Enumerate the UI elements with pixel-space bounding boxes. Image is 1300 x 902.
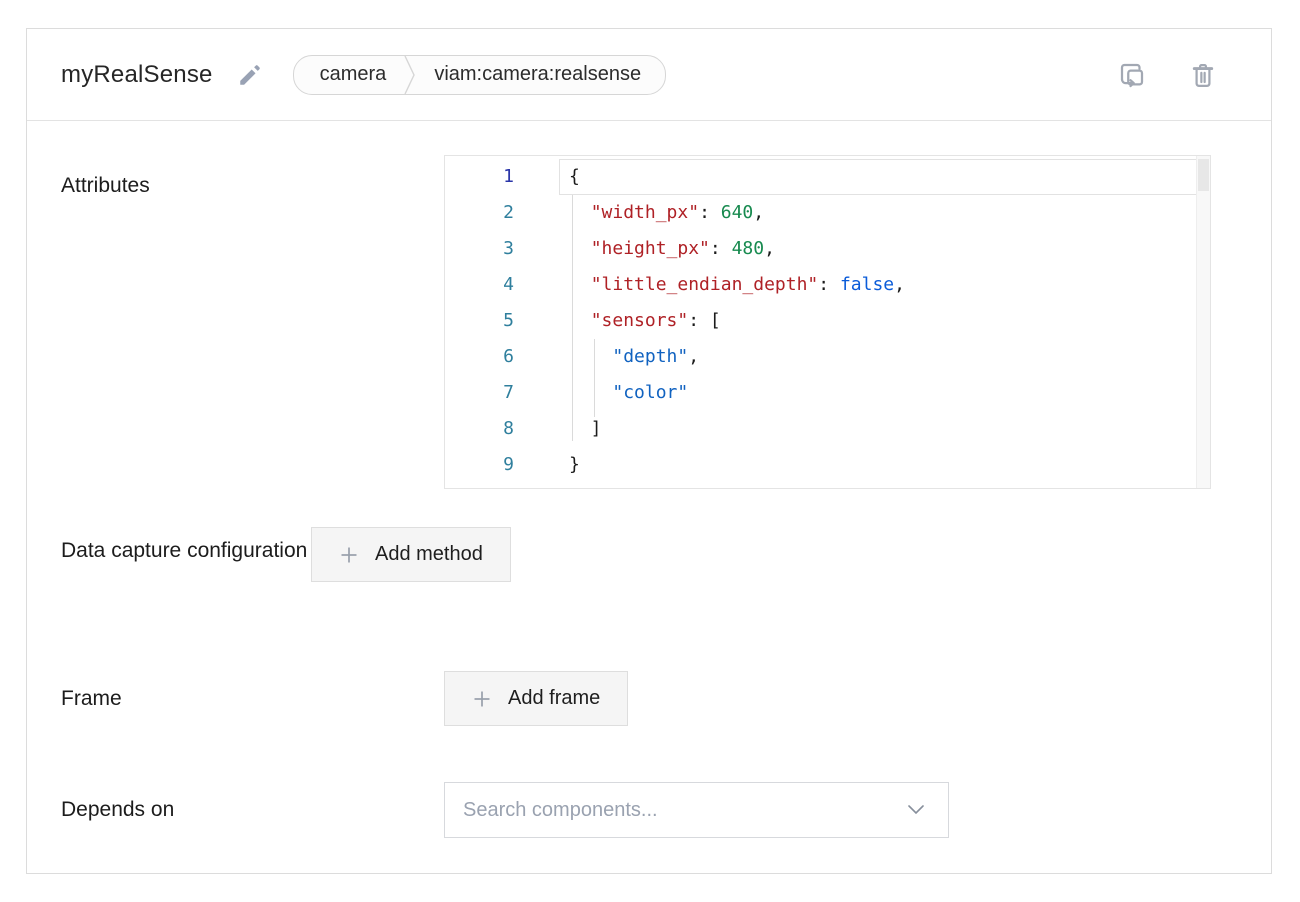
- code-content: "sensors": [: [559, 303, 1210, 339]
- component-card: myRealSense camera viam:camera:realsense: [26, 28, 1272, 874]
- code-content: {: [559, 159, 1210, 195]
- code-content: "color": [559, 375, 1210, 411]
- frame-row: Frame Add frame: [61, 671, 1237, 726]
- delete-button[interactable]: [1189, 61, 1217, 89]
- code-line: 8 ]: [445, 411, 1210, 447]
- component-card-body: Attributes 1{2 "width_px": 640,3 "height…: [27, 121, 1271, 838]
- code-line: 2 "width_px": 640,: [445, 195, 1210, 231]
- trash-icon: [1189, 61, 1217, 89]
- attributes-label: Attributes: [61, 155, 444, 201]
- chevron-down-icon: [908, 805, 924, 815]
- line-number: 9: [445, 447, 559, 483]
- code-line: 3 "height_px": 480,: [445, 231, 1210, 267]
- data-capture-label: Data capture configuration: [61, 527, 311, 571]
- code-line: 7 "color": [445, 375, 1210, 411]
- code-content: "width_px": 640,: [559, 195, 1210, 231]
- component-name: myRealSense: [61, 61, 213, 89]
- component-type: camera: [296, 63, 405, 86]
- component-card-header: myRealSense camera viam:camera:realsense: [27, 29, 1271, 121]
- pencil-icon: [237, 62, 263, 88]
- frame-label: Frame: [61, 671, 444, 719]
- code-lines: 1{2 "width_px": 640,3 "height_px": 480,4…: [445, 159, 1210, 483]
- editor-scrollbar-thumb[interactable]: [1198, 159, 1209, 191]
- header-actions: [1117, 60, 1217, 90]
- code-content: "little_endian_depth": false,: [559, 267, 1210, 303]
- add-frame-button[interactable]: Add frame: [444, 671, 628, 726]
- code-line: 9}: [445, 447, 1210, 483]
- component-type-badge: camera viam:camera:realsense: [293, 55, 666, 95]
- code-line: 6 "depth",: [445, 339, 1210, 375]
- plus-icon: [339, 545, 359, 565]
- line-number: 8: [445, 411, 559, 447]
- line-number: 2: [445, 195, 559, 231]
- data-capture-row: Data capture configuration Add method: [61, 527, 1237, 582]
- code-line: 1{: [445, 159, 1210, 195]
- indent-guide: [594, 339, 595, 417]
- depends-on-select[interactable]: [444, 782, 949, 838]
- code-line: 5 "sensors": [: [445, 303, 1210, 339]
- line-number: 5: [445, 303, 559, 339]
- code-content: ]: [559, 411, 1210, 447]
- attributes-row: Attributes 1{2 "width_px": 640,3 "height…: [61, 155, 1237, 489]
- depends-on-row: Depends on: [61, 782, 1237, 838]
- attributes-json-editor[interactable]: 1{2 "width_px": 640,3 "height_px": 480,4…: [444, 155, 1211, 489]
- component-model: viam:camera:realsense: [416, 63, 663, 86]
- line-number: 7: [445, 375, 559, 411]
- code-content: "height_px": 480,: [559, 231, 1210, 267]
- add-frame-label: Add frame: [508, 687, 600, 710]
- line-number: 3: [445, 231, 559, 267]
- code-content: "depth",: [559, 339, 1210, 375]
- line-number: 1: [445, 159, 559, 195]
- breadcrumb-separator-icon: [404, 56, 416, 94]
- add-method-label: Add method: [375, 543, 483, 566]
- duplicate-button[interactable]: [1117, 60, 1147, 90]
- code-line: 4 "little_endian_depth": false,: [445, 267, 1210, 303]
- search-components-input[interactable]: [463, 799, 908, 822]
- rename-button[interactable]: [237, 62, 263, 88]
- plus-icon: [472, 689, 492, 709]
- depends-on-label: Depends on: [61, 782, 444, 830]
- code-content: }: [559, 447, 1210, 483]
- duplicate-icon: [1117, 60, 1147, 90]
- line-number: 4: [445, 267, 559, 303]
- line-number: 6: [445, 339, 559, 375]
- indent-guide: [572, 195, 573, 441]
- editor-scrollbar[interactable]: [1196, 156, 1210, 488]
- add-method-button[interactable]: Add method: [311, 527, 511, 582]
